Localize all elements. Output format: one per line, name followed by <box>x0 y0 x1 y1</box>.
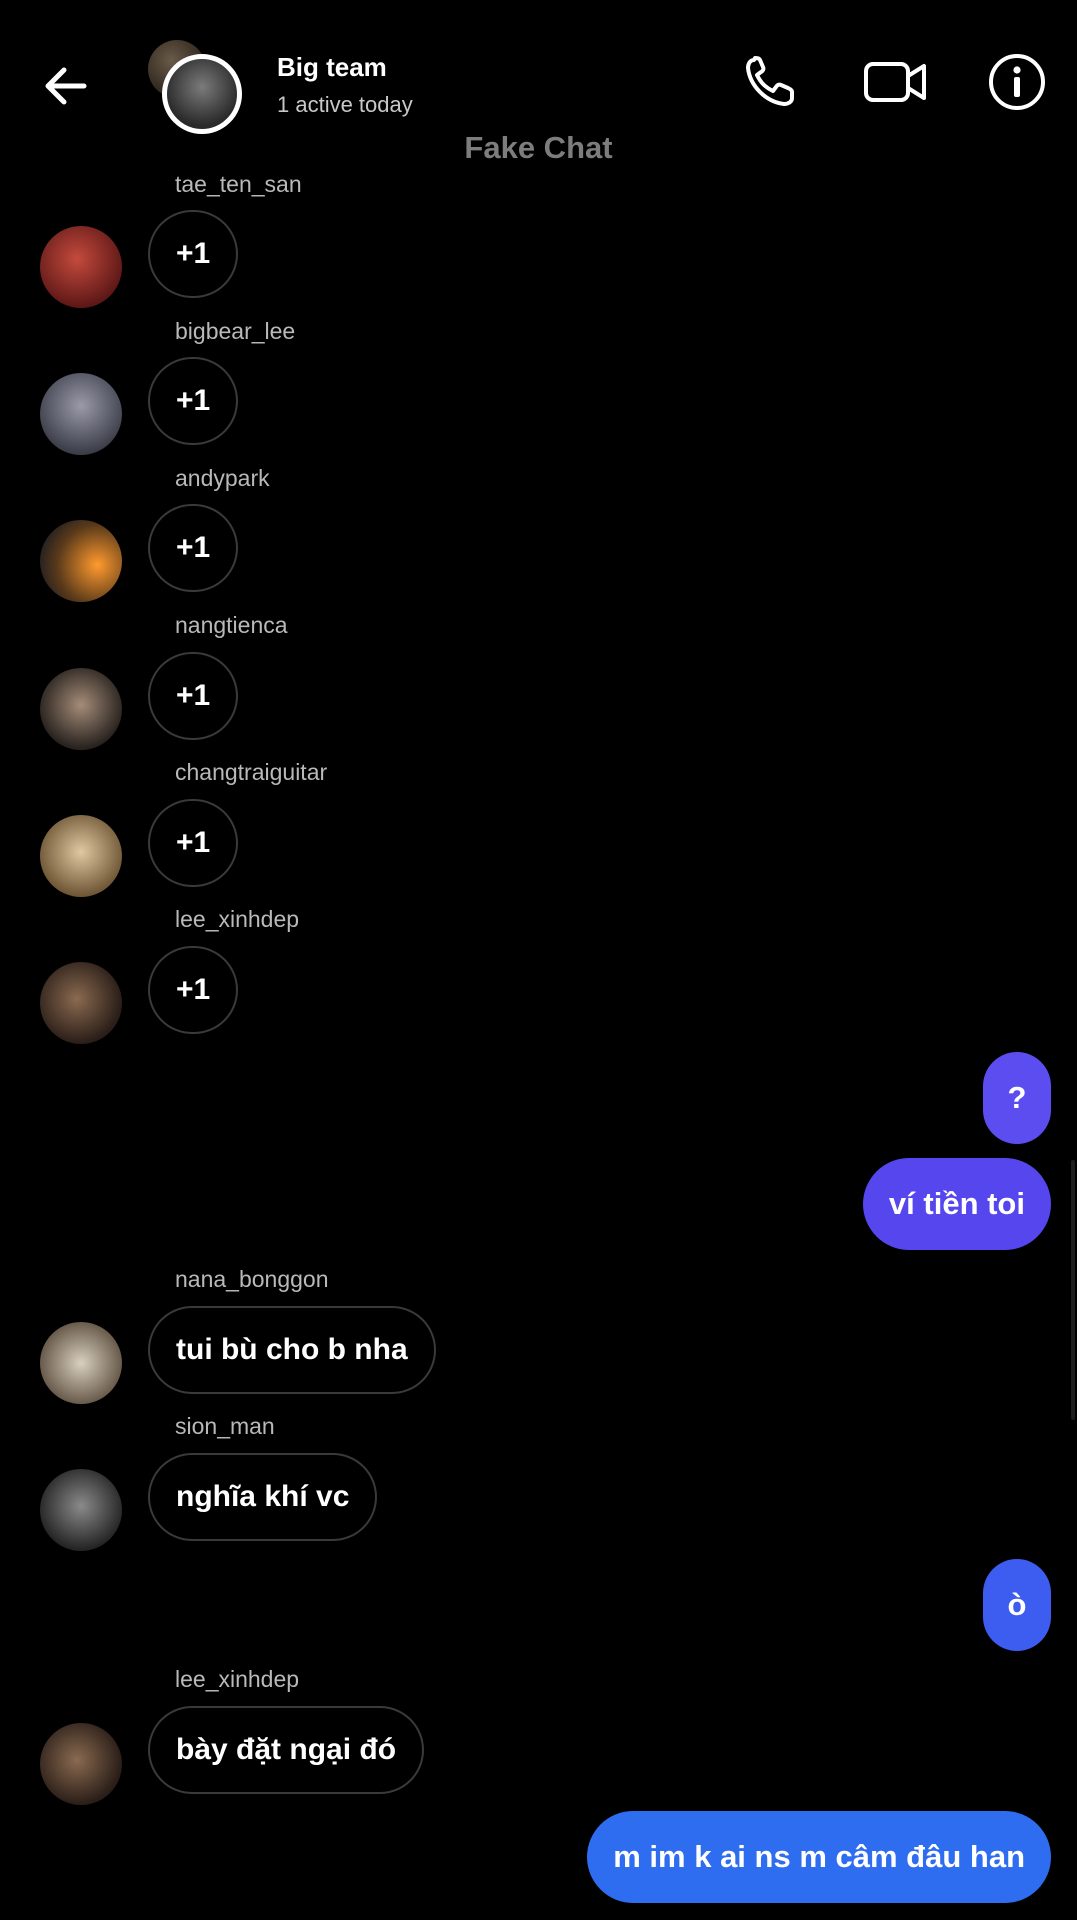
sender-name: nana_bonggon <box>175 1266 329 1292</box>
avatar[interactable] <box>40 962 122 1044</box>
back-arrow-icon[interactable] <box>38 58 94 114</box>
message-bubble[interactable]: nghĩa khí vc <box>148 1453 378 1541</box>
avatar[interactable] <box>40 1469 122 1551</box>
chat-title[interactable]: Big team <box>277 52 387 83</box>
phone-icon[interactable] <box>740 52 800 112</box>
avatar[interactable] <box>40 815 122 897</box>
message-bubble[interactable]: +1 <box>148 799 239 887</box>
sender-name: andypark <box>175 465 270 491</box>
info-icon[interactable] <box>987 52 1047 112</box>
outgoing-message-bubble[interactable]: ò <box>983 1559 1051 1651</box>
avatar[interactable] <box>40 668 122 750</box>
outgoing-message-bubble[interactable]: ? <box>983 1052 1051 1144</box>
message-bubble[interactable]: +1 <box>148 504 239 592</box>
outgoing-message-bubble[interactable]: m im k ai ns m câm đâu han <box>587 1811 1051 1903</box>
group-avatar[interactable] <box>148 40 268 140</box>
video-icon[interactable] <box>862 52 928 112</box>
message-bubble[interactable]: bày đặt ngại đó <box>148 1706 425 1794</box>
message-bubble[interactable]: +1 <box>148 210 239 298</box>
avatar <box>162 54 242 134</box>
outgoing-message-bubble[interactable]: ví tiền toi <box>862 1158 1051 1250</box>
sender-name: lee_xinhdep <box>175 1666 300 1692</box>
scrollbar[interactable] <box>1071 1160 1075 1420</box>
watermark: Fake Chat <box>464 130 613 165</box>
message-bubble[interactable]: tui bù cho b nha <box>148 1306 436 1394</box>
avatar[interactable] <box>40 373 122 455</box>
active-status: 1 active today <box>277 92 413 117</box>
avatar[interactable] <box>40 1322 122 1404</box>
sender-name: sion_man <box>175 1413 275 1439</box>
avatar[interactable] <box>40 520 122 602</box>
sender-name: bigbear_lee <box>175 318 296 344</box>
sender-name: nangtienca <box>175 612 288 638</box>
chat-header: Big team 1 active today Fake Chat <box>0 0 1077 170</box>
message-bubble[interactable]: +1 <box>148 946 239 1034</box>
message-bubble[interactable]: +1 <box>148 357 239 445</box>
avatar[interactable] <box>40 226 122 308</box>
message-bubble[interactable]: +1 <box>148 652 239 740</box>
avatar[interactable] <box>40 1723 122 1805</box>
sender-name: changtraiguitar <box>175 759 328 785</box>
sender-name: tae_ten_san <box>175 171 302 197</box>
sender-name: lee_xinhdep <box>175 906 300 932</box>
